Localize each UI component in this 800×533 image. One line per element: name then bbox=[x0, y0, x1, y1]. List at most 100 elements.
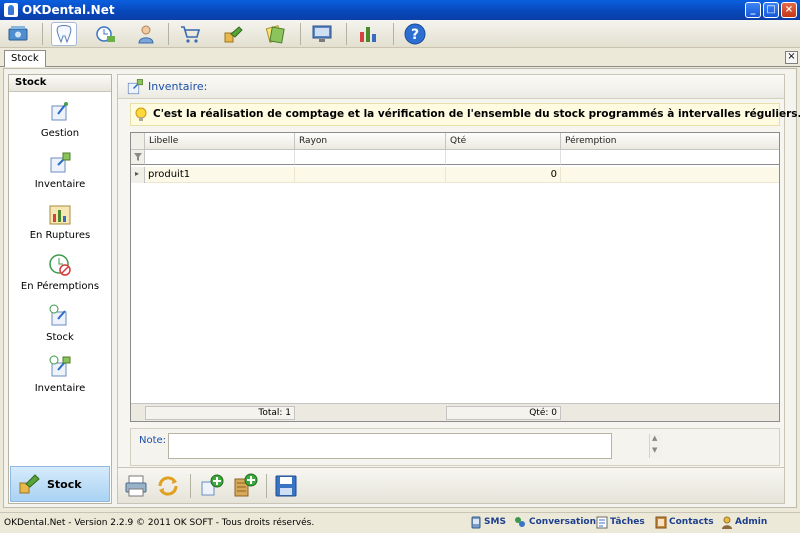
add-list-button[interactable] bbox=[232, 473, 258, 499]
toolbar-documents-button[interactable] bbox=[262, 22, 288, 46]
note-textarea[interactable]: ▲ ▼ bbox=[168, 433, 662, 459]
inventory-grid: Libelle Rayon Qté Péremption ▸ produit1 … bbox=[130, 132, 780, 422]
lightbulb-icon bbox=[135, 107, 147, 121]
status-bar: OKDental.Net - Version 2.2.9 © 2011 OK S… bbox=[0, 512, 800, 533]
column-header-qte[interactable]: Qté bbox=[446, 133, 561, 150]
toolbar-cash-button[interactable] bbox=[5, 22, 31, 46]
contacts-link[interactable]: Contacts bbox=[669, 517, 714, 527]
grid-corner bbox=[131, 133, 145, 150]
filter-qte[interactable] bbox=[446, 150, 561, 165]
cell-rayon[interactable] bbox=[295, 167, 446, 183]
clock-calendar-icon bbox=[96, 26, 115, 42]
footer-total: Total: 1 bbox=[145, 406, 295, 420]
refresh-icon bbox=[158, 476, 178, 496]
toolbar-patients-button[interactable] bbox=[133, 22, 159, 46]
close-window-button[interactable]: × bbox=[781, 2, 797, 18]
toolbar-imaging-button[interactable] bbox=[309, 22, 335, 46]
left-panel: Stock Gestion Inventaire En Ruptures En … bbox=[8, 74, 112, 504]
toolbar-help-button[interactable]: ? bbox=[402, 22, 428, 46]
add-product-icon bbox=[201, 474, 224, 496]
inventory-icon bbox=[49, 355, 71, 377]
inventory-icon bbox=[50, 152, 71, 173]
chart-icon bbox=[49, 205, 71, 225]
toolbar-separator bbox=[346, 23, 347, 45]
table-row[interactable]: produit1 0 bbox=[145, 167, 779, 183]
filter-rayon[interactable] bbox=[295, 150, 446, 165]
patient-icon bbox=[138, 25, 154, 44]
note-scrollbar[interactable]: ▲ ▼ bbox=[649, 434, 662, 458]
tab-strip: Stock × bbox=[0, 48, 800, 67]
toolbar-cart-button[interactable] bbox=[177, 22, 203, 46]
tab-stock[interactable]: Stock bbox=[4, 50, 46, 67]
cell-qte[interactable]: 0 bbox=[446, 167, 561, 183]
stock-icon bbox=[19, 474, 40, 494]
sidebar-item-en-peremptions[interactable]: En Péremptions bbox=[9, 249, 111, 299]
toolbar-separator bbox=[393, 23, 394, 45]
add-list-icon bbox=[234, 473, 258, 497]
sms-link[interactable]: SMS bbox=[484, 517, 506, 527]
conversation-icon bbox=[515, 517, 525, 527]
sidebar-item-label: Gestion bbox=[40, 128, 80, 139]
sidebar-item-stock[interactable]: Stock bbox=[9, 300, 111, 350]
sidebar-item-en-ruptures[interactable]: En Ruptures bbox=[9, 198, 111, 248]
sidebar-item-label: En Péremptions bbox=[20, 281, 100, 292]
toolbar-separator bbox=[42, 23, 43, 45]
tasks-link[interactable]: Tâches bbox=[610, 517, 645, 527]
main-toolbar: ? bbox=[0, 20, 800, 48]
toolbar-stock-button[interactable] bbox=[221, 22, 247, 46]
action-separator bbox=[266, 474, 267, 498]
toolbar-statistics-button[interactable] bbox=[355, 22, 381, 46]
sidebar-item-inventaire-2[interactable]: Inventaire bbox=[9, 351, 111, 401]
sidebar-item-label: Inventaire bbox=[34, 383, 86, 394]
row-pointer-icon: ▸ bbox=[135, 169, 140, 178]
admin-link[interactable]: Admin bbox=[735, 517, 767, 527]
sms-icon bbox=[471, 516, 481, 529]
print-button[interactable] bbox=[123, 473, 149, 499]
hint-text: C'est la réalisation de comptage et la v… bbox=[153, 108, 800, 120]
sidebar-item-label: Inventaire bbox=[34, 179, 86, 190]
sidebar-item-gestion[interactable]: Gestion bbox=[9, 96, 111, 146]
toolbar-appointments-button[interactable] bbox=[92, 22, 118, 46]
content-panel: Inventaire: C'est la réalisation de comp… bbox=[117, 74, 800, 504]
module-stock-button[interactable]: Stock bbox=[10, 466, 110, 502]
scroll-up-icon[interactable]: ▲ bbox=[652, 434, 657, 442]
stock-manage-icon bbox=[51, 102, 68, 121]
conversation-link[interactable]: Conversation bbox=[529, 517, 596, 527]
app-tooth-icon bbox=[4, 3, 18, 17]
row-selector[interactable]: ▸ bbox=[131, 167, 145, 183]
title-bar: OKDental.Net _ □ × bbox=[0, 0, 800, 20]
cell-peremption[interactable] bbox=[561, 167, 779, 183]
hint-banner: C'est la réalisation de comptage et la v… bbox=[130, 103, 800, 126]
close-tab-button[interactable]: × bbox=[785, 51, 798, 64]
note-section: Note: ▲ ▼ bbox=[130, 428, 780, 466]
sidebar-item-inventaire[interactable]: Inventaire bbox=[9, 147, 111, 197]
bar-chart-icon bbox=[360, 27, 376, 42]
window-title: OKDental.Net bbox=[22, 3, 115, 17]
add-item-button[interactable] bbox=[199, 473, 225, 499]
filter-icon[interactable] bbox=[134, 153, 142, 161]
cell-libelle[interactable]: produit1 bbox=[145, 167, 295, 183]
expired-icon bbox=[49, 254, 71, 276]
minimize-button[interactable]: _ bbox=[745, 2, 761, 18]
cash-icon bbox=[8, 26, 28, 41]
documents-icon bbox=[265, 25, 285, 44]
admin-user-icon bbox=[722, 516, 732, 529]
filter-row-icon-cell bbox=[131, 150, 145, 165]
save-icon bbox=[275, 475, 297, 497]
tasks-icon bbox=[596, 516, 608, 529]
refresh-button[interactable] bbox=[155, 473, 181, 499]
toolbar-separator bbox=[300, 23, 301, 45]
stock-icon bbox=[49, 304, 67, 326]
scroll-down-icon[interactable]: ▼ bbox=[652, 446, 657, 454]
column-header-peremption[interactable]: Péremption bbox=[561, 133, 779, 150]
save-button[interactable] bbox=[273, 473, 299, 499]
maximize-button[interactable]: □ bbox=[763, 2, 779, 18]
filter-libelle[interactable] bbox=[145, 150, 295, 165]
toolbar-separator bbox=[168, 23, 169, 45]
sidebar-item-label: En Ruptures bbox=[29, 230, 91, 241]
column-header-libelle[interactable]: Libelle bbox=[145, 133, 295, 150]
column-header-rayon[interactable]: Rayon bbox=[295, 133, 446, 150]
toolbar-dental-button[interactable] bbox=[51, 22, 77, 46]
footer-qte: Qté: 0 bbox=[446, 406, 561, 420]
filter-peremption[interactable] bbox=[561, 150, 779, 165]
